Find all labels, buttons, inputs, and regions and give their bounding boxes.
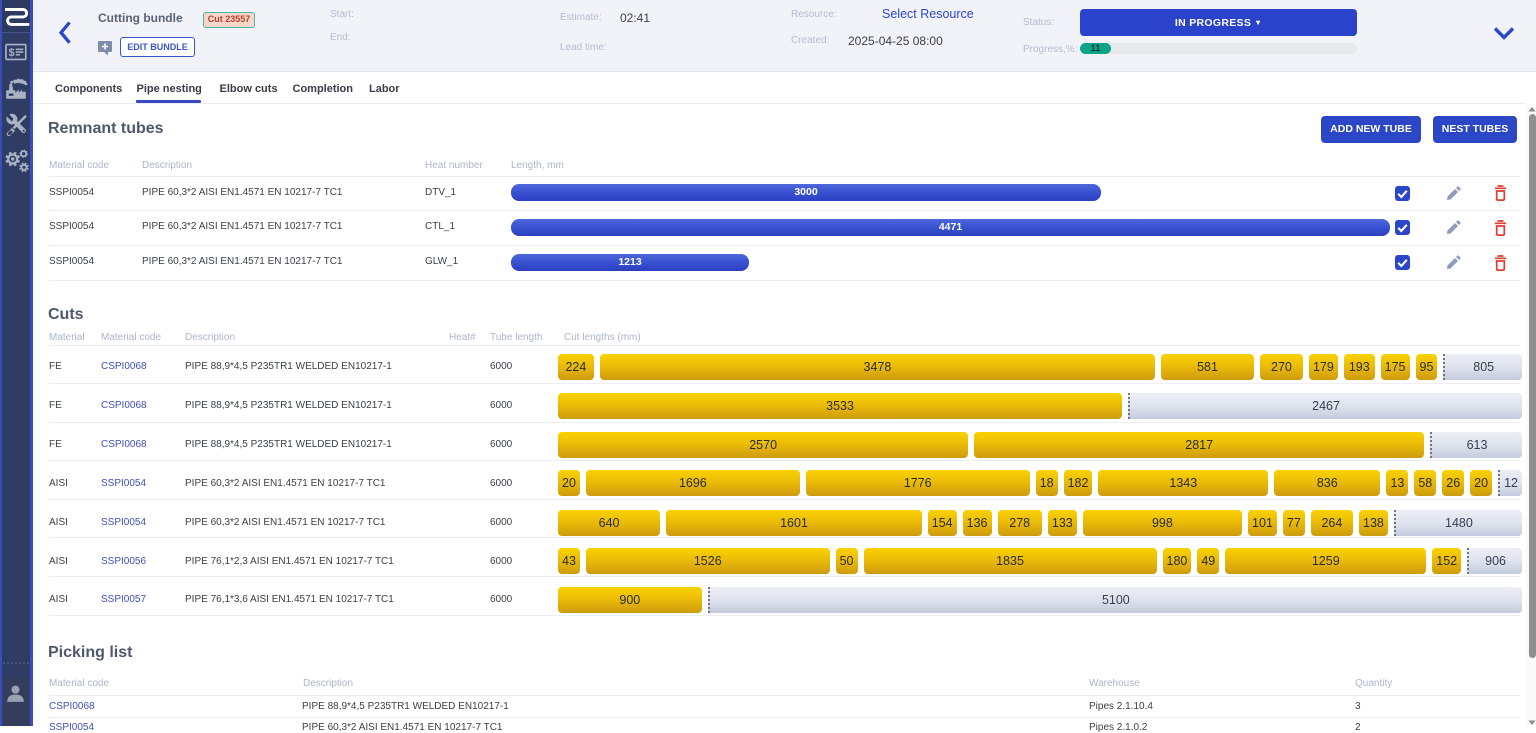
- svg-text:$: $: [9, 47, 15, 59]
